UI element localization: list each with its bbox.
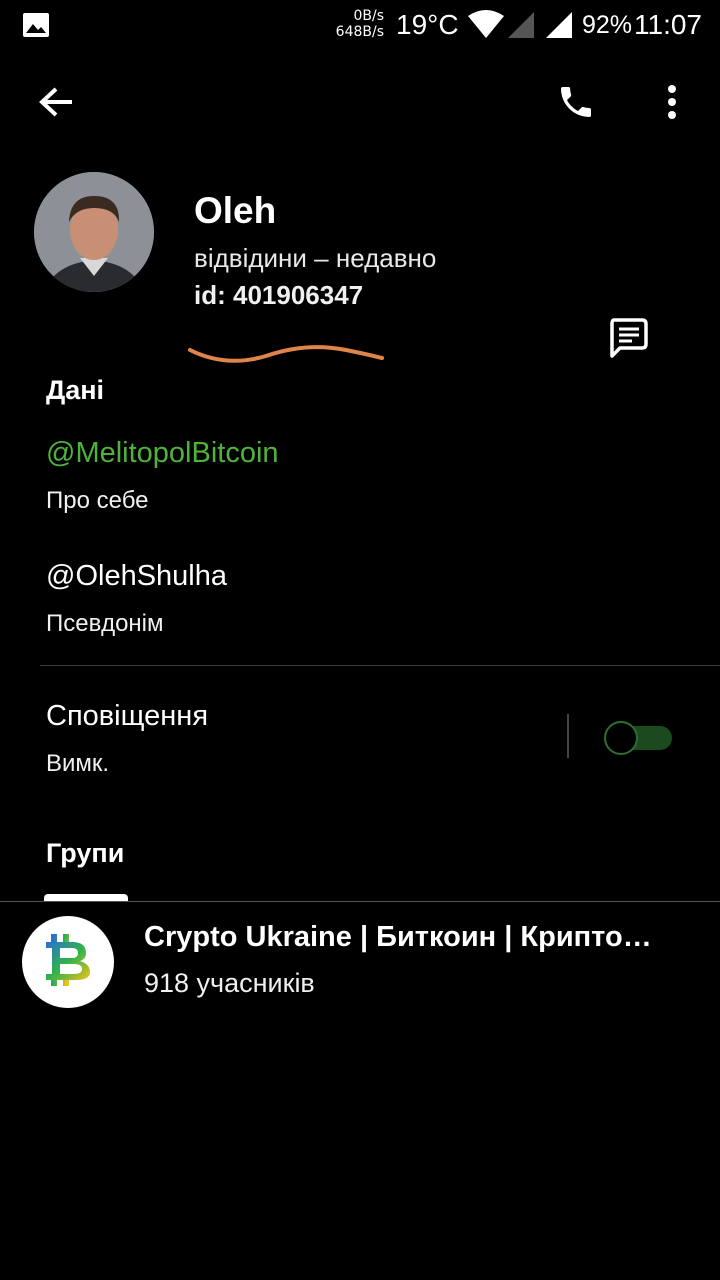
- wifi-icon: [466, 10, 506, 45]
- signal-icon-2: [544, 10, 574, 45]
- notifications-row[interactable]: Сповіщення Вимк.: [0, 688, 720, 788]
- groups-section-title: Групи: [46, 838, 125, 868]
- toggle-thumb: [604, 721, 638, 755]
- group-members-count: 918 учасників: [144, 968, 315, 998]
- profile-name: Oleh: [194, 190, 277, 231]
- notifications-toggle[interactable]: [604, 720, 672, 756]
- divider: [40, 665, 720, 666]
- notifications-state: Вимк.: [46, 750, 110, 777]
- send-message-button[interactable]: [598, 312, 658, 368]
- phone-icon: [556, 82, 596, 127]
- group-avatar[interactable]: [22, 916, 114, 1008]
- net-up: 0B/s: [353, 8, 384, 24]
- net-down: 648B/s: [335, 24, 384, 40]
- user-id: id: 401906347: [194, 280, 364, 310]
- groups-divider: [0, 901, 720, 902]
- about-row[interactable]: @MelitopolBitcoin Про себе: [0, 425, 720, 525]
- gallery-icon: [22, 12, 50, 43]
- more-vertical-icon: [667, 84, 677, 125]
- avatar[interactable]: [34, 172, 154, 292]
- username-label: Псевдонім: [46, 610, 164, 637]
- battery-level: 92%: [582, 11, 633, 39]
- username-value: @OlehShulha: [46, 560, 227, 592]
- last-seen-status: відвідини – недавно: [194, 243, 437, 273]
- username-row[interactable]: @OlehShulha Псевдонім: [0, 548, 720, 648]
- toggle-separator: [567, 714, 569, 758]
- temperature: 19°C: [396, 9, 459, 40]
- signal-icon: [506, 10, 536, 45]
- more-menu-button[interactable]: [650, 80, 694, 128]
- back-button[interactable]: [30, 80, 82, 128]
- arrow-left-icon: [38, 86, 74, 123]
- annotation-underline: [186, 338, 386, 377]
- bitcoin-logo-icon: [38, 928, 98, 997]
- notifications-title: Сповіщення: [46, 700, 209, 732]
- about-value[interactable]: @MelitopolBitcoin: [46, 437, 279, 470]
- info-section-title: Дані: [46, 375, 105, 405]
- chat-bubble-icon: [606, 316, 650, 365]
- network-speed: 0B/s 648B/s: [330, 8, 384, 40]
- about-label: Про себе: [46, 487, 149, 514]
- status-bar: 0B/s 648B/s 19°C 92% 11:07: [0, 0, 720, 50]
- call-button[interactable]: [550, 80, 602, 128]
- group-name: Crypto Ukraine | Биткоин | Крипто…: [144, 921, 652, 953]
- clock: 11:07: [634, 9, 702, 40]
